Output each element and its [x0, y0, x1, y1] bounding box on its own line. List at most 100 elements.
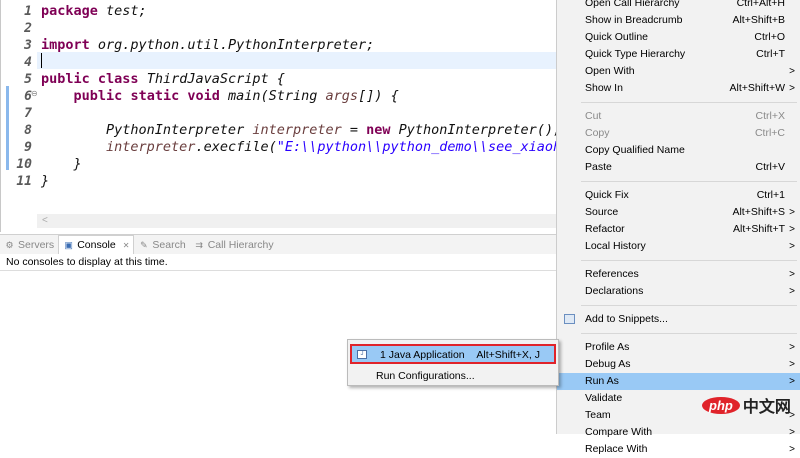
current-line-highlight — [37, 52, 561, 69]
menu-item-label: Copy Qualified Name — [585, 144, 685, 156]
code-line[interactable]: public class ThirdJavaScript { — [41, 71, 285, 88]
code-token: = — [341, 122, 367, 138]
chevron-right-icon: > — [789, 342, 795, 353]
watermark-php: php — [702, 396, 740, 414]
tab-servers[interactable]: ⚙ Servers — [0, 235, 58, 254]
menu-item-shortcut: Ctrl+1 — [756, 189, 785, 201]
menu-item-open-call-hierarchy[interactable]: Open Call Hierarchy Ctrl+Alt+H — [557, 0, 800, 12]
code-token: ThirdJavaScript { — [138, 71, 285, 87]
menu-item-label: 1 Java Application — [380, 349, 465, 361]
chevron-right-icon: > — [789, 224, 795, 235]
menu-item-label: Source — [585, 206, 619, 218]
line-number: 4 — [24, 55, 32, 70]
php-cn-watermark-logo: php 中文网 — [702, 393, 791, 417]
menu-item-copy-qualified-name[interactable]: Copy Qualified Name — [557, 142, 800, 159]
fold-collapse-icon[interactable]: ⊖ — [31, 89, 38, 98]
horizontal-scrollbar[interactable]: < — [37, 214, 561, 228]
tab-label: Call Hierarchy — [207, 238, 274, 251]
menu-item-profile-as[interactable]: Profile As > — [557, 339, 800, 356]
tab-search[interactable]: ✎ Search — [134, 235, 189, 254]
menu-item-label: Open Call Hierarchy — [585, 0, 680, 9]
search-icon: ✎ — [140, 239, 148, 250]
close-icon[interactable]: ✕ — [123, 241, 130, 250]
menu-item-label: Paste — [585, 161, 612, 173]
menu-item-shortcut: Ctrl+T — [756, 48, 785, 60]
change-indicator — [6, 86, 9, 170]
menu-item-quick-outline[interactable]: Quick Outline Ctrl+O — [557, 29, 800, 46]
menu-item-open-with[interactable]: Open With > — [557, 63, 800, 80]
menu-item-debug-as[interactable]: Debug As > — [557, 356, 800, 373]
code-line[interactable]: package test; — [41, 3, 147, 20]
line-number: 3 — [24, 38, 32, 53]
menu-separator — [581, 102, 797, 103]
chevron-right-icon: > — [789, 286, 795, 297]
panel-tabs: ⚙ Servers ▣ Console ✕ ✎ Search ⇉ Call Hierarchy — [0, 235, 558, 254]
menu-item-show-in-breadcrumb[interactable]: Show in Breadcrumb Alt+Shift+B — [557, 12, 800, 29]
text-caret — [41, 53, 42, 68]
code-line[interactable]: public static void main(String args[]) { — [41, 88, 399, 105]
bottom-panel: ⚙ Servers ▣ Console ✕ ✎ Search ⇉ Call Hierarchy … — [0, 234, 558, 423]
call-hierarchy-icon: ⇉ — [195, 239, 203, 250]
chevron-right-icon: > — [789, 66, 795, 77]
code-line[interactable]: interpreter.execfile("E:\\python\\python… — [41, 139, 586, 156]
keyword: new — [366, 122, 391, 138]
keyword: static — [130, 88, 180, 104]
menu-item-shortcut: Ctrl+X — [755, 110, 785, 122]
menu-item-run-as[interactable]: Run As > — [557, 373, 800, 390]
snippets-icon — [564, 314, 575, 324]
menu-item-label: Compare With — [585, 426, 653, 438]
chevron-right-icon: > — [789, 83, 795, 94]
menu-item-label: Cut — [585, 110, 602, 122]
menu-item-label: Validate — [585, 392, 623, 404]
menu-item-quick-fix[interactable]: Quick Fix Ctrl+1 — [557, 187, 800, 204]
menu-item-local-history[interactable]: Local History > — [557, 238, 800, 255]
menu-item-references[interactable]: References > — [557, 266, 800, 283]
code-line[interactable]: } — [41, 156, 82, 173]
menu-item-quick-type-hierarchy[interactable]: Quick Type Hierarchy Ctrl+T — [557, 46, 800, 63]
code-token: interpreter — [252, 122, 342, 138]
menu-item-replace-with[interactable]: Replace With > — [557, 441, 800, 458]
tab-label: Servers — [18, 238, 55, 251]
menu-item-shortcut: Ctrl+V — [755, 161, 785, 173]
menu-item-add-to-snippets[interactable]: Add to Snippets... — [557, 311, 800, 328]
watermark-cn: 中文网 — [742, 399, 791, 416]
chevron-right-icon: > — [789, 207, 795, 218]
tab-console[interactable]: ▣ Console ✕ — [58, 235, 135, 254]
code-line[interactable]: PythonInterpreter interpreter = new Pyth… — [41, 122, 561, 139]
menu-item-show-in[interactable]: Show In Alt+Shift+W > — [557, 80, 800, 97]
menu-item-source[interactable]: Source Alt+Shift+S > — [557, 204, 800, 221]
code-editor[interactable]: 1 2 3 4 5 6 7 8 9 10 11 package test; import org.py… — [0, 0, 586, 232]
scroll-left-arrow[interactable]: < — [42, 215, 48, 226]
code-token: org.python.util.PythonInterpreter; — [89, 37, 375, 53]
code-token: interpreter — [106, 139, 196, 155]
menu-item-label: Run As — [585, 375, 619, 387]
menu-item-label: Quick Type Hierarchy — [585, 48, 686, 60]
menu-item-label: Quick Outline — [585, 31, 649, 43]
menu-item-copy: Copy Ctrl+C — [557, 125, 800, 142]
keyword: package — [41, 3, 98, 19]
menu-item-declarations[interactable]: Declarations > — [557, 283, 800, 300]
menu-item-paste[interactable]: Paste Ctrl+V — [557, 159, 800, 176]
code-line[interactable]: } — [41, 173, 49, 190]
menu-item-label: Show In — [585, 82, 623, 94]
menu-item-shortcut: Alt+Shift+S — [732, 206, 785, 218]
menu-item-compare-with[interactable]: Compare With > — [557, 424, 800, 441]
tab-call-hierarchy[interactable]: ⇉ Call Hierarchy — [190, 235, 278, 254]
menu-item-label: Profile As — [585, 341, 630, 353]
menu-item-label: Show in Breadcrumb — [585, 14, 683, 26]
code-line[interactable]: import org.python.util.PythonInterpreter… — [41, 37, 374, 54]
menu-item-refactor[interactable]: Refactor Alt+Shift+T > — [557, 221, 800, 238]
menu-item-cut: Cut Ctrl+X — [557, 108, 800, 125]
run-as-submenu: J 1 Java Application Alt+Shift+X, J Run … — [347, 339, 559, 386]
code-token: .execfile( — [195, 139, 277, 155]
java-application-icon: J — [357, 350, 367, 359]
menu-item-label: Run Configurations... — [376, 370, 475, 382]
menu-item-label: Add to Snippets... — [585, 313, 668, 325]
menu-item-shortcut: Alt+Shift+B — [732, 14, 785, 26]
menu-item-shortcut: Ctrl+O — [754, 31, 785, 43]
menu-item-run-configurations[interactable]: Run Configurations... — [348, 368, 558, 385]
menu-item-java-application[interactable]: J 1 Java Application Alt+Shift+X, J — [350, 344, 556, 364]
menu-item-label: References — [585, 268, 639, 280]
